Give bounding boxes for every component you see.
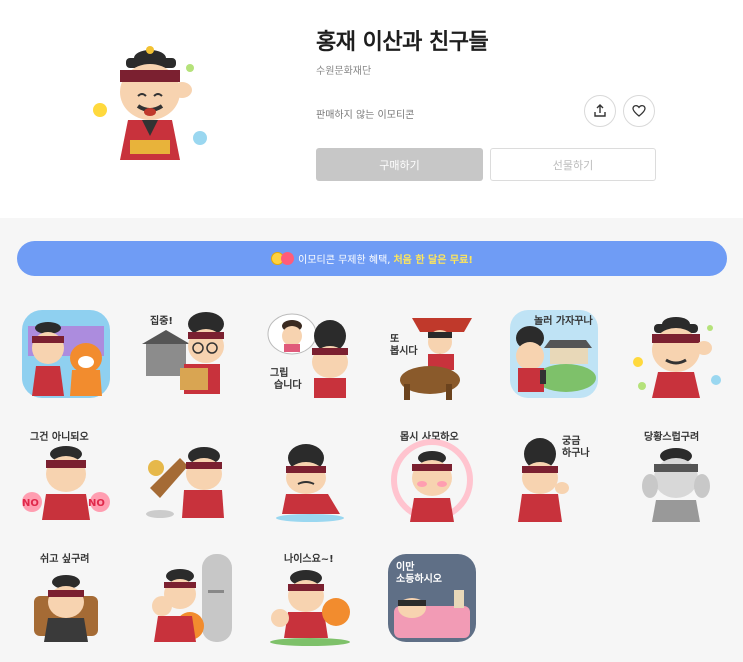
emoticon-sticker-16[interactable]: 이만 소등하시오 — [384, 550, 480, 646]
sticker-caption-line1: 그립 — [270, 366, 288, 379]
emoticon-sticker-13[interactable]: 쉬고 싶구려 — [18, 550, 114, 646]
sticker-caption-line2: 봅시다 — [390, 344, 418, 357]
promo-emoji-icons — [271, 252, 295, 265]
sale-notice: 판매하지 않는 이모티콘 — [316, 110, 415, 121]
sticker-caption-line2: 소등하시오 — [396, 572, 442, 585]
emoticon-sticker-14[interactable] — [140, 550, 236, 646]
emoticon-sticker-3[interactable]: 그립 습니다 — [262, 306, 358, 402]
emoticon-sticker-6[interactable] — [628, 306, 724, 402]
gift-button[interactable]: 선물하기 — [490, 148, 656, 181]
emoticon-sticker-2[interactable]: 집중! — [140, 306, 236, 402]
sticker-caption: 당황스럽구려 — [644, 430, 699, 443]
publisher-name[interactable]: 수원문화재단 — [316, 62, 371, 77]
hero-emoticon-image — [93, 46, 207, 160]
emoticon-sticker-11[interactable]: 궁금 하구나 — [506, 428, 602, 524]
emoticon-sticker-5[interactable]: 놀러 가자꾸나 — [506, 306, 602, 402]
sticker-caption: 나이스요~! — [284, 552, 334, 565]
sticker-caption: 쉬고 싶구려 — [40, 552, 89, 565]
product-header: 홍재 이산과 친구들 수원문화재단 판매하지 않는 이모티콘 구매하기 선물하기 — [0, 0, 743, 218]
emoticon-sticker-15[interactable]: 나이스요~! — [262, 550, 358, 646]
sticker-caption: 집중! — [150, 315, 173, 327]
heart-icon — [632, 104, 646, 117]
sticker-caption-line2: 하구나 — [562, 446, 590, 459]
page-title: 홍재 이산과 친구들 — [316, 30, 489, 55]
emoticon-sticker-12[interactable]: 당황스럽구려 — [628, 428, 724, 524]
emoticon-sticker-10[interactable]: 몹시 사모하오 — [384, 428, 480, 524]
plus-badge-icon — [281, 252, 295, 265]
share-icon — [594, 104, 606, 117]
sticker-caption-line1: 이만 — [396, 560, 415, 573]
emoticon-sticker-9[interactable] — [262, 428, 358, 524]
emoticon-sticker-7[interactable]: 그건 아니되오 NO NO — [18, 428, 114, 524]
no-label-right: NO — [88, 498, 105, 509]
emoticon-sticker-4[interactable]: 또 봅시다 — [384, 306, 480, 402]
promo-text: 이모티콘 무제한 혜택, — [298, 255, 391, 266]
promo-banner[interactable]: 이모티콘 무제한 혜택, 처음 한 달은 무료! — [17, 241, 727, 276]
like-button[interactable] — [623, 95, 655, 127]
emoticon-grid-section: 이모티콘 무제한 혜택, 처음 한 달은 무료! 집중! 그립 습니다 또 봅시… — [0, 218, 743, 662]
buy-button[interactable]: 구매하기 — [316, 148, 483, 181]
emoticon-sticker-8[interactable] — [140, 428, 236, 524]
sticker-caption-line2: 습니다 — [274, 378, 302, 391]
sticker-caption-line1: 궁금 — [562, 435, 580, 447]
share-button[interactable] — [584, 95, 616, 127]
sticker-caption: 놀러 가자꾸나 — [534, 314, 593, 327]
no-label-left: NO — [22, 498, 39, 509]
sticker-caption-line1: 또 — [390, 333, 399, 345]
sticker-caption: 그건 아니되오 — [30, 430, 89, 443]
promo-highlight: 처음 한 달은 무료! — [393, 255, 473, 266]
emoticon-sticker-1[interactable] — [18, 306, 114, 402]
